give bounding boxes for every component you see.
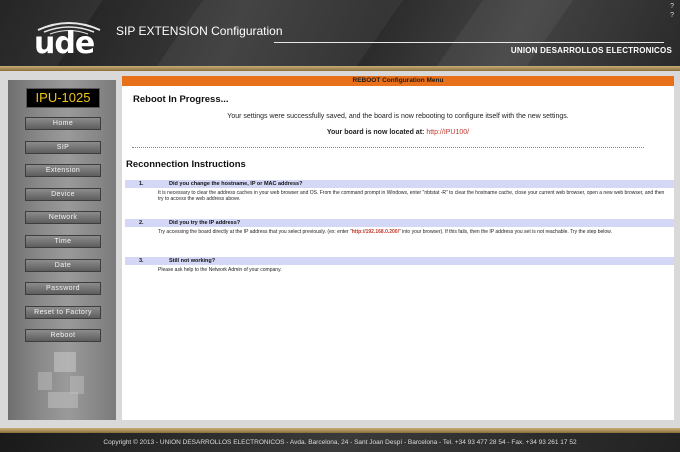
- nav-sip-button[interactable]: SIP: [25, 141, 101, 154]
- footer-copyright: Copyright © 2013 - UNION DESARROLLOS ELE…: [0, 433, 680, 452]
- dotted-separator: [132, 147, 644, 148]
- nav-time-button[interactable]: Time: [25, 235, 101, 248]
- step-question: Still not working?: [169, 258, 216, 264]
- ude-logo: ude: [34, 20, 104, 61]
- step-3-body: Please ask help to the Network Admin of …: [158, 267, 282, 273]
- nav-network-button[interactable]: Network: [25, 211, 101, 224]
- board-location-label: Your board is now located at:: [326, 129, 425, 136]
- step-number: 1.: [139, 181, 144, 187]
- nav-date-button[interactable]: Date: [25, 259, 101, 272]
- step-3-header: 3. Still not working?: [125, 257, 674, 265]
- reconnection-heading: Reconnection Instructions: [126, 159, 246, 170]
- nav-extension-button[interactable]: Extension: [25, 164, 101, 177]
- step-question: Did you try the IP address?: [169, 220, 241, 226]
- nav-reboot-button[interactable]: Reboot: [25, 329, 101, 342]
- help-icons[interactable]: ? ?: [670, 2, 674, 20]
- help-icon[interactable]: ?: [670, 2, 674, 11]
- app-title: SIP EXTENSION Configuration: [116, 24, 283, 38]
- step-2-body: Try accessing the board directly at the …: [158, 229, 670, 235]
- help-icon[interactable]: ?: [670, 11, 674, 20]
- saved-message: Your settings were successfully saved, a…: [227, 113, 569, 120]
- device-id-badge: IPU-1025: [26, 88, 100, 108]
- step-1-body: It is necessary to clear the address cac…: [158, 190, 665, 202]
- step-1-header: 1. Did you change the hostname, IP or MA…: [125, 180, 674, 188]
- panel-title: REBOOT Configuration Menu: [122, 76, 674, 86]
- step-question: Did you change the hostname, IP or MAC a…: [169, 181, 303, 187]
- board-location-link[interactable]: http://IPU100/: [426, 129, 469, 136]
- step-2-header: 2. Did you try the IP address?: [125, 219, 674, 227]
- nav-device-button[interactable]: Device: [25, 188, 101, 201]
- board-location-line: Your board is now located at: http://IPU…: [122, 129, 674, 136]
- step-number: 2.: [139, 220, 144, 226]
- sidebar: IPU-1025 Home SIP Extension Device Netwo…: [8, 80, 116, 420]
- step-2-text-pre: Try accessing the board directly at the …: [158, 229, 352, 235]
- reboot-progress-heading: Reboot In Progress...: [133, 94, 229, 105]
- logo-text: ude: [34, 26, 95, 61]
- header-divider: [274, 42, 664, 43]
- nav-reset-factory-button[interactable]: Reset to Factory: [25, 306, 101, 319]
- header-gold-bar: [0, 66, 680, 71]
- company-name: UNION DESARROLLOS ELECTRONICOS: [510, 46, 672, 55]
- page-header: ude SIP EXTENSION Configuration UNION DE…: [0, 0, 680, 66]
- main-panel: REBOOT Configuration Menu Reboot In Prog…: [122, 76, 674, 420]
- step-2-text-post: " into your browser). If this fails, the…: [398, 229, 612, 235]
- nav-home-button[interactable]: Home: [25, 117, 101, 130]
- example-ip-address: http://192.168.0.200/: [351, 229, 399, 235]
- nav-password-button[interactable]: Password: [25, 282, 101, 295]
- step-number: 3.: [139, 258, 144, 264]
